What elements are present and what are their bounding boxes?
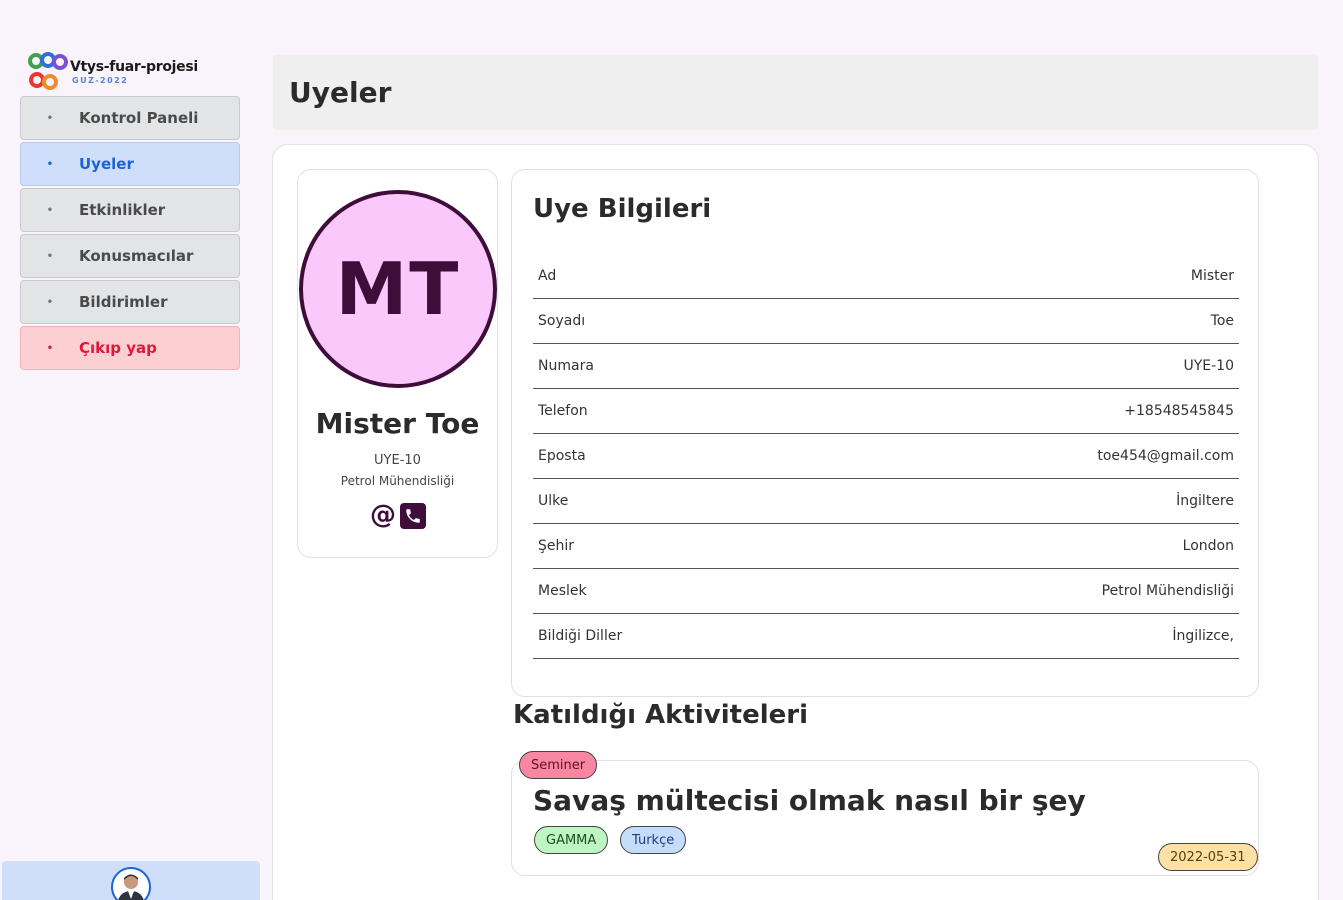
activity-date-badge: 2022-05-31: [1158, 843, 1258, 871]
page-title: Uyeler: [289, 76, 392, 109]
contact-icons: @: [370, 502, 426, 529]
page-header: Uyeler: [273, 55, 1318, 130]
sidebar-item-logout[interactable]: • Çıkıp yap: [20, 326, 240, 370]
phone-glyph-icon: [406, 509, 420, 523]
activity-type-badge: Seminer: [519, 751, 598, 779]
info-label: Eposta: [538, 448, 586, 464]
info-row-sehir: Şehir London: [533, 524, 1239, 569]
sidebar-item-label: Bildirimler: [79, 293, 168, 311]
sidebar-nav: • Kontrol Paneli • Uyeler • Etkinlikler …: [20, 96, 240, 372]
info-label: Ad: [538, 268, 557, 284]
phone-icon[interactable]: [400, 503, 426, 529]
user-avatar[interactable]: [111, 867, 151, 900]
activities-title: Katıldığı Aktiviteleri: [513, 700, 809, 730]
sidebar-item-label: Konusmacılar: [79, 247, 194, 265]
info-row-telefon: Telefon +18548545845: [533, 389, 1239, 434]
info-value: İngilizce,: [1172, 628, 1234, 644]
sidebar-item-label: Kontrol Paneli: [79, 109, 199, 127]
sidebar-item-bildirimler[interactable]: • Bildirimler: [20, 280, 240, 324]
activity-language-badge: Turkçe: [620, 826, 687, 854]
info-table: Ad Mister Soyadı Toe Numara UYE-10 Telef…: [533, 254, 1239, 659]
info-row-soyadi: Soyadı Toe: [533, 299, 1239, 344]
info-value: Mister: [1190, 268, 1234, 284]
bullet-icon: •: [46, 250, 54, 262]
info-label: Telefon: [538, 403, 588, 419]
info-label: Soyadı: [538, 313, 586, 329]
profile-job: Petrol Mühendisliği: [340, 474, 455, 488]
bullet-icon: •: [46, 158, 54, 170]
info-value: +18548545845: [1124, 403, 1234, 419]
member-info-card: Uye Bilgileri Ad Mister Soyadı Toe Numar…: [511, 169, 1259, 697]
profile-card: MT Mister Toe UYE-10 Petrol Mühendisliği…: [297, 169, 498, 558]
profile-name: Mister Toe: [315, 407, 480, 440]
info-label: Bildiği Diller: [538, 628, 623, 644]
bullet-icon: •: [46, 112, 54, 124]
info-row-numara: Numara UYE-10: [533, 344, 1239, 389]
app-logo[interactable]: Vtys-fuar-projesi GUZ-2022: [28, 52, 228, 92]
info-row-ulke: Ulke İngiltere: [533, 479, 1239, 524]
info-value: Petrol Mühendisliği: [1101, 583, 1234, 599]
bullet-icon: •: [46, 342, 54, 354]
bullet-icon: •: [46, 204, 54, 216]
info-label: Meslek: [538, 583, 587, 599]
info-title: Uye Bilgileri: [533, 194, 712, 224]
info-label: Şehir: [538, 538, 575, 554]
sidebar-item-label: Etkinlikler: [79, 201, 166, 219]
sidebar-item-kontrol-paneli[interactable]: • Kontrol Paneli: [20, 96, 240, 140]
info-row-diller: Bildiği Diller İngilizce,: [533, 614, 1239, 659]
activity-hall-badge: GAMMA: [534, 826, 609, 854]
info-label: Numara: [538, 358, 594, 374]
avatar-initials: MT: [335, 247, 461, 331]
sidebar-item-etkinlikler[interactable]: • Etkinlikler: [20, 188, 240, 232]
logo-mark-icon: [28, 52, 68, 90]
info-row-ad: Ad Mister: [533, 254, 1239, 299]
info-value: toe454@gmail.com: [1097, 448, 1234, 464]
info-label: Ulke: [538, 493, 569, 509]
at-icon[interactable]: @: [370, 502, 396, 529]
profile-number: UYE-10: [374, 453, 421, 468]
info-row-eposta: Eposta toe454@gmail.com: [533, 434, 1239, 479]
sidebar-item-label: Uyeler: [79, 155, 134, 173]
sidebar-footer: [2, 861, 260, 900]
info-value: London: [1182, 538, 1234, 554]
bullet-icon: •: [46, 296, 54, 308]
app-title: Vtys-fuar-projesi: [70, 59, 198, 75]
app-subtitle: GUZ-2022: [72, 76, 129, 85]
sidebar-item-label: Çıkıp yap: [79, 339, 157, 357]
info-value: UYE-10: [1183, 358, 1234, 374]
activity-title: Savaş mültecisi olmak nasıl bir şey: [533, 784, 1086, 817]
info-value: İngiltere: [1176, 493, 1234, 509]
activity-card[interactable]: [511, 760, 1259, 876]
profile-avatar: MT: [299, 190, 497, 388]
info-row-meslek: Meslek Petrol Mühendisliği: [533, 569, 1239, 614]
user-photo-icon: [118, 874, 144, 900]
info-value: Toe: [1210, 313, 1234, 329]
sidebar-item-uyeler[interactable]: • Uyeler: [20, 142, 240, 186]
sidebar-item-konusmacilar[interactable]: • Konusmacılar: [20, 234, 240, 278]
